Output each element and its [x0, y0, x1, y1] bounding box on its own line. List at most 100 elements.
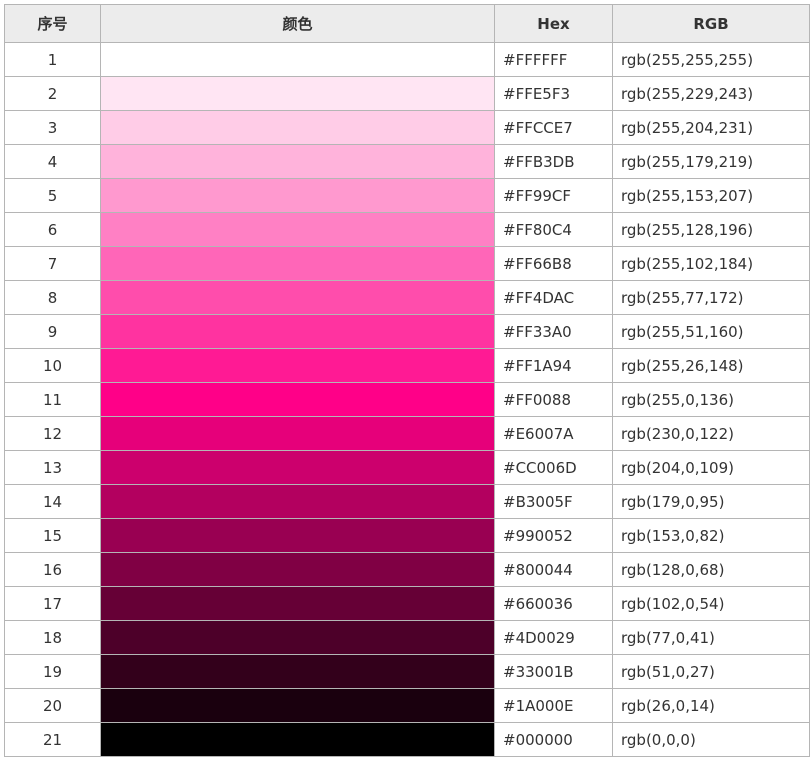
- row-index: 6: [4, 212, 101, 247]
- table-row: 17 #660036 rgb(102,0,54): [4, 586, 810, 621]
- row-index: 19: [4, 654, 101, 689]
- rgb-value: rgb(230,0,122): [612, 416, 810, 451]
- color-swatch: [100, 620, 495, 655]
- color-table-header: 序号 颜色 Hex RGB: [4, 4, 810, 43]
- table-row: 14 #B3005F rgb(179,0,95): [4, 484, 810, 519]
- row-index: 11: [4, 382, 101, 417]
- rgb-value: rgb(255,77,172): [612, 280, 810, 315]
- rgb-value: rgb(255,204,231): [612, 110, 810, 145]
- table-row: 3 #FFCCE7 rgb(255,204,231): [4, 110, 810, 145]
- hex-value: #990052: [494, 518, 613, 553]
- rgb-value: rgb(255,26,148): [612, 348, 810, 383]
- row-index: 17: [4, 586, 101, 621]
- row-index: 12: [4, 416, 101, 451]
- header-hex: Hex: [494, 4, 613, 43]
- table-row: 1 #FFFFFF rgb(255,255,255): [4, 42, 810, 77]
- rgb-value: rgb(255,255,255): [612, 42, 810, 77]
- color-swatch: [100, 348, 495, 383]
- table-row: 10 #FF1A94 rgb(255,26,148): [4, 348, 810, 383]
- rgb-value: rgb(255,51,160): [612, 314, 810, 349]
- hex-value: #FFFFFF: [494, 42, 613, 77]
- rgb-value: rgb(255,153,207): [612, 178, 810, 213]
- color-swatch: [100, 484, 495, 519]
- table-row: 2 #FFE5F3 rgb(255,229,243): [4, 76, 810, 111]
- table-row: 12 #E6007A rgb(230,0,122): [4, 416, 810, 451]
- table-row: 9 #FF33A0 rgb(255,51,160): [4, 314, 810, 349]
- hex-value: #CC006D: [494, 450, 613, 485]
- color-swatch: [100, 382, 495, 417]
- row-index: 9: [4, 314, 101, 349]
- color-swatch: [100, 144, 495, 179]
- row-index: 7: [4, 246, 101, 281]
- rgb-value: rgb(255,128,196): [612, 212, 810, 247]
- table-row: 4 #FFB3DB rgb(255,179,219): [4, 144, 810, 179]
- rgb-value: rgb(26,0,14): [612, 688, 810, 723]
- hex-value: #FF66B8: [494, 246, 613, 281]
- table-row: 20 #1A000E rgb(26,0,14): [4, 688, 810, 723]
- color-swatch: [100, 178, 495, 213]
- hex-value: #1A000E: [494, 688, 613, 723]
- row-index: 15: [4, 518, 101, 553]
- rgb-value: rgb(255,0,136): [612, 382, 810, 417]
- row-index: 13: [4, 450, 101, 485]
- row-index: 4: [4, 144, 101, 179]
- color-swatch: [100, 654, 495, 689]
- row-index: 16: [4, 552, 101, 587]
- rgb-value: rgb(51,0,27): [612, 654, 810, 689]
- color-swatch: [100, 416, 495, 451]
- hex-value: #FF33A0: [494, 314, 613, 349]
- row-index: 18: [4, 620, 101, 655]
- hex-value: #000000: [494, 722, 613, 757]
- hex-value: #33001B: [494, 654, 613, 689]
- color-swatch: [100, 688, 495, 723]
- header-row: 序号 颜色 Hex RGB: [4, 4, 810, 43]
- header-index: 序号: [4, 4, 101, 43]
- header-color: 颜色: [100, 4, 495, 43]
- rgb-value: rgb(179,0,95): [612, 484, 810, 519]
- table-row: 18 #4D0029 rgb(77,0,41): [4, 620, 810, 655]
- row-index: 20: [4, 688, 101, 723]
- color-swatch: [100, 586, 495, 621]
- rgb-value: rgb(0,0,0): [612, 722, 810, 757]
- table-row: 8 #FF4DAC rgb(255,77,172): [4, 280, 810, 315]
- hex-value: #E6007A: [494, 416, 613, 451]
- color-table-body: 1 #FFFFFF rgb(255,255,255) 2 #FFE5F3 rgb(255,…: [4, 42, 810, 757]
- table-row: 13 #CC006D rgb(204,0,109): [4, 450, 810, 485]
- rgb-value: rgb(204,0,109): [612, 450, 810, 485]
- hex-value: #FF0088: [494, 382, 613, 417]
- color-swatch: [100, 42, 495, 77]
- table-row: 19 #33001B rgb(51,0,27): [4, 654, 810, 689]
- hex-value: #FF99CF: [494, 178, 613, 213]
- table-row: 7 #FF66B8 rgb(255,102,184): [4, 246, 810, 281]
- hex-value: #FFB3DB: [494, 144, 613, 179]
- table-row: 5 #FF99CF rgb(255,153,207): [4, 178, 810, 213]
- color-swatch: [100, 76, 495, 111]
- header-rgb: RGB: [612, 4, 810, 43]
- color-swatch: [100, 280, 495, 315]
- table-row: 21 #000000 rgb(0,0,0): [4, 722, 810, 757]
- row-index: 10: [4, 348, 101, 383]
- hex-value: #FFE5F3: [494, 76, 613, 111]
- table-row: 15 #990052 rgb(153,0,82): [4, 518, 810, 553]
- color-swatch: [100, 450, 495, 485]
- hex-value: #B3005F: [494, 484, 613, 519]
- table-row: 16 #800044 rgb(128,0,68): [4, 552, 810, 587]
- color-swatch: [100, 314, 495, 349]
- hex-value: #660036: [494, 586, 613, 621]
- hex-value: #800044: [494, 552, 613, 587]
- table-row: 6 #FF80C4 rgb(255,128,196): [4, 212, 810, 247]
- row-index: 1: [4, 42, 101, 77]
- rgb-value: rgb(128,0,68): [612, 552, 810, 587]
- row-index: 2: [4, 76, 101, 111]
- hex-value: #FF1A94: [494, 348, 613, 383]
- color-table: 序号 颜色 Hex RGB 1 #FFFFFF rgb(255,255,255) 2 #…: [4, 4, 810, 757]
- rgb-value: rgb(255,229,243): [612, 76, 810, 111]
- row-index: 21: [4, 722, 101, 757]
- row-index: 14: [4, 484, 101, 519]
- color-swatch: [100, 552, 495, 587]
- table-row: 11 #FF0088 rgb(255,0,136): [4, 382, 810, 417]
- rgb-value: rgb(102,0,54): [612, 586, 810, 621]
- color-swatch: [100, 518, 495, 553]
- color-swatch: [100, 110, 495, 145]
- rgb-value: rgb(255,102,184): [612, 246, 810, 281]
